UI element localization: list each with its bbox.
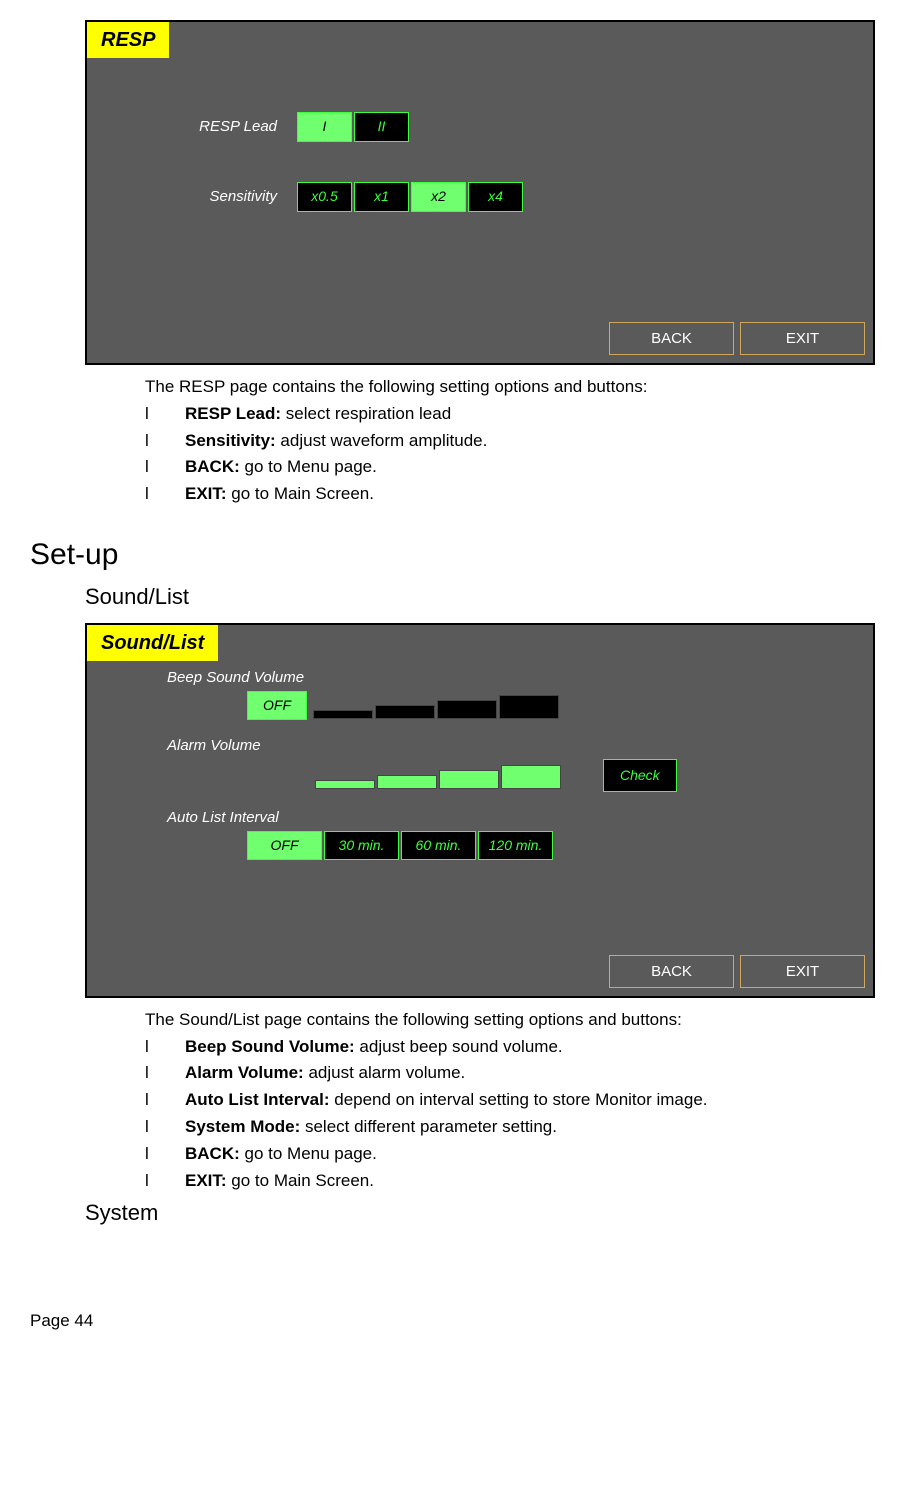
resp-sens-label: Sensitivity (167, 186, 297, 207)
resp-sens-row: Sensitivity x0.5 x1 x2 x4 (167, 182, 525, 212)
bullet-text: Auto List Interval: depend on interval s… (185, 1088, 865, 1112)
setup-heading: Set-up (30, 534, 877, 576)
bullet-marker: l (145, 1088, 185, 1112)
bullet-text: BACK: go to Menu page. (185, 1142, 865, 1166)
resp-lead-row: RESP Lead I II (167, 112, 411, 142)
bullet-marker: l (145, 402, 185, 426)
bullet-item: lSensitivity: adjust waveform amplitude. (145, 429, 865, 453)
resp-lead-option-i[interactable]: I (297, 112, 352, 142)
resp-lead-option-ii[interactable]: II (354, 112, 409, 142)
resp-sens-x4[interactable]: x4 (468, 182, 523, 212)
bullet-text: EXIT: go to Main Screen. (185, 1169, 865, 1193)
bullet-marker: l (145, 429, 185, 453)
bullet-marker: l (145, 1142, 185, 1166)
resp-bullets: lRESP Lead: select respiration leadlSens… (145, 402, 865, 506)
sound-back-button[interactable]: BACK (609, 955, 734, 988)
bullet-marker: l (145, 455, 185, 479)
bullet-text: BACK: go to Menu page. (185, 455, 865, 479)
system-heading: System (85, 1198, 877, 1229)
bullet-item: lBACK: go to Menu page. (145, 1142, 865, 1166)
resp-nav: BACK EXIT (609, 322, 865, 355)
interval-label: Auto List Interval (167, 807, 279, 828)
sound-nav: BACK EXIT (609, 955, 865, 988)
bullet-text: Beep Sound Volume: adjust beep sound vol… (185, 1035, 865, 1059)
resp-sens-x2[interactable]: x2 (411, 182, 466, 212)
bullet-text: Sensitivity: adjust waveform amplitude. (185, 429, 865, 453)
bullet-item: lRESP Lead: select respiration lead (145, 402, 865, 426)
resp-back-button[interactable]: BACK (609, 322, 734, 355)
sound-intro: The Sound/List page contains the followi… (145, 1008, 865, 1032)
beep-off-button[interactable]: OFF (247, 691, 307, 721)
interval-60-button[interactable]: 60 min. (401, 831, 476, 861)
bullet-item: lAlarm Volume: adjust alarm volume. (145, 1061, 865, 1085)
interval-row: OFF 30 min. 60 min. 120 min. (247, 831, 555, 861)
bullet-marker: l (145, 482, 185, 506)
resp-lead-label: RESP Lead (167, 116, 297, 137)
bullet-item: lEXIT: go to Main Screen. (145, 482, 865, 506)
alarm-label: Alarm Volume (167, 735, 261, 756)
bullet-item: lSystem Mode: select different parameter… (145, 1115, 865, 1139)
bullet-item: lEXIT: go to Main Screen. (145, 1169, 865, 1193)
bullet-item: lBACK: go to Menu page. (145, 455, 865, 479)
bullet-text: System Mode: select different parameter … (185, 1115, 865, 1139)
resp-sens-x1[interactable]: x1 (354, 182, 409, 212)
resp-exit-button[interactable]: EXIT (740, 322, 865, 355)
interval-30-button[interactable]: 30 min. (324, 831, 399, 861)
resp-sens-x05[interactable]: x0.5 (297, 182, 352, 212)
resp-intro: The RESP page contains the following set… (145, 375, 865, 399)
resp-title: RESP (87, 22, 169, 58)
bullet-text: Alarm Volume: adjust alarm volume. (185, 1061, 865, 1085)
interval-off-button[interactable]: OFF (247, 831, 322, 861)
beep-row: OFF (247, 691, 561, 721)
interval-120-button[interactable]: 120 min. (478, 831, 553, 861)
sound-screen: Sound/List Beep Sound Volume OFF Alarm V… (85, 623, 875, 998)
bullet-marker: l (145, 1061, 185, 1085)
page-number: Page 44 (30, 1309, 877, 1333)
bullet-marker: l (145, 1169, 185, 1193)
bullet-item: lBeep Sound Volume: adjust beep sound vo… (145, 1035, 865, 1059)
beep-ramp[interactable] (313, 693, 561, 719)
bullet-text: RESP Lead: select respiration lead (185, 402, 865, 426)
alarm-row: Check (247, 759, 677, 793)
alarm-ramp[interactable] (315, 763, 563, 789)
alarm-check-button[interactable]: Check (603, 759, 677, 793)
bullet-marker: l (145, 1115, 185, 1139)
beep-label: Beep Sound Volume (167, 667, 304, 688)
sound-title: Sound/List (87, 625, 218, 661)
resp-screen: RESP RESP Lead I II Sensitivity x0.5 x1 … (85, 20, 875, 365)
bullet-item: lAuto List Interval: depend on interval … (145, 1088, 865, 1112)
sound-bullets: lBeep Sound Volume: adjust beep sound vo… (145, 1035, 865, 1193)
sound-list-heading: Sound/List (85, 582, 877, 613)
bullet-text: EXIT: go to Main Screen. (185, 482, 865, 506)
bullet-marker: l (145, 1035, 185, 1059)
sound-exit-button[interactable]: EXIT (740, 955, 865, 988)
